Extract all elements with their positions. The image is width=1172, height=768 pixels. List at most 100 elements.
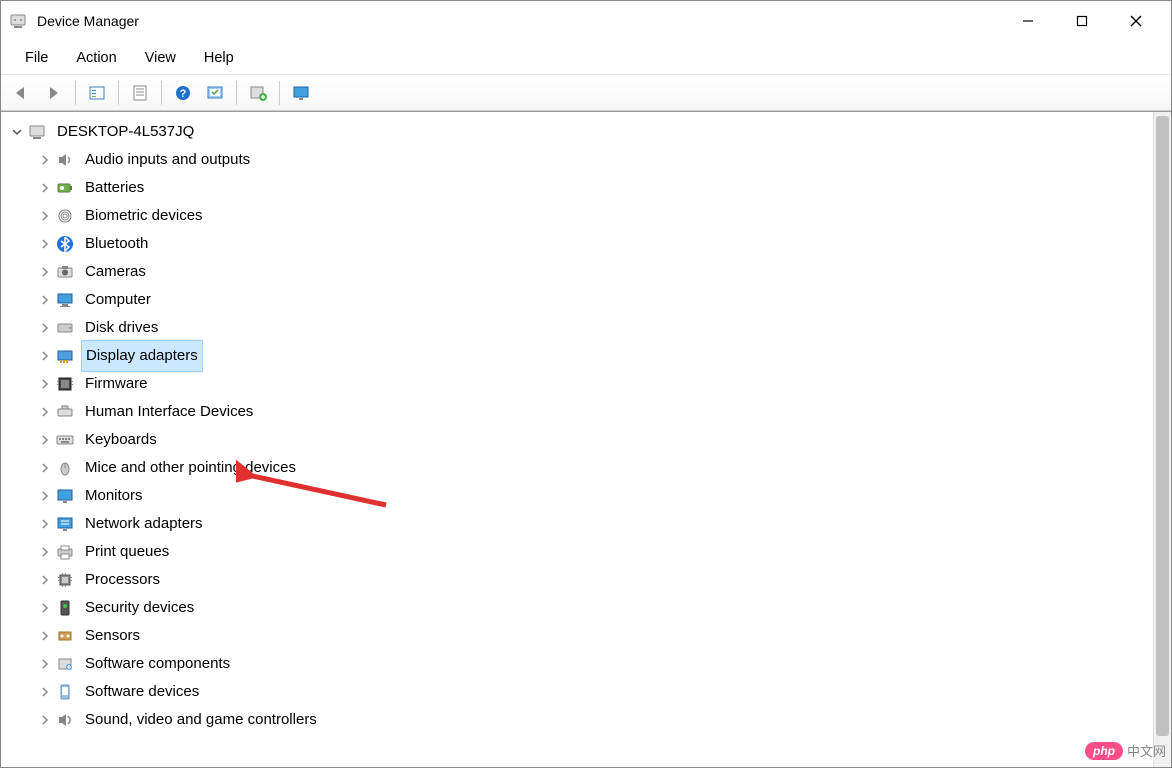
tree-item-label: Security devices	[81, 593, 198, 623]
camera-icon	[55, 262, 75, 282]
chevron-right-icon[interactable]	[37, 180, 53, 196]
forward-button[interactable]	[39, 79, 69, 107]
chevron-right-icon[interactable]	[37, 348, 53, 364]
chevron-right-icon[interactable]	[37, 712, 53, 728]
sound-icon	[55, 710, 75, 730]
minimize-button[interactable]	[1001, 2, 1055, 40]
chevron-right-icon[interactable]	[37, 292, 53, 308]
svg-text:?: ?	[180, 88, 187, 100]
computer-root-icon	[27, 122, 47, 142]
close-button[interactable]	[1109, 2, 1163, 40]
software-dev-icon	[55, 682, 75, 702]
watermark-text: 中文网	[1127, 741, 1166, 760]
chevron-right-icon[interactable]	[37, 236, 53, 252]
disk-icon	[55, 318, 75, 338]
tree-item[interactable]: Monitors	[33, 482, 1149, 510]
back-button[interactable]	[7, 79, 37, 107]
chevron-right-icon[interactable]	[37, 208, 53, 224]
tree-item-label: Audio inputs and outputs	[81, 145, 254, 175]
tree-item[interactable]: Keyboards	[33, 426, 1149, 454]
tree-item[interactable]: Sensors	[33, 622, 1149, 650]
tree-item[interactable]: Computer	[33, 286, 1149, 314]
chevron-right-icon[interactable]	[37, 488, 53, 504]
tree-item[interactable]: Cameras	[33, 258, 1149, 286]
monitor-cat-icon	[55, 486, 75, 506]
chevron-right-icon[interactable]	[37, 628, 53, 644]
menu-help[interactable]: Help	[190, 44, 248, 72]
tree-item-label: Bluetooth	[81, 229, 152, 259]
toolbar-separator	[279, 81, 280, 105]
firmware-icon	[55, 374, 75, 394]
update-driver-button[interactable]	[243, 79, 273, 107]
toolbar-separator	[75, 81, 76, 105]
tree-item-label: Keyboards	[81, 425, 161, 455]
display-adapter-icon	[55, 346, 75, 366]
tree-item-label: Firmware	[81, 369, 152, 399]
chevron-right-icon[interactable]	[37, 460, 53, 476]
tree-item-label: Cameras	[81, 257, 150, 287]
fingerprint-icon	[55, 206, 75, 226]
chevron-right-icon[interactable]	[37, 264, 53, 280]
tree-item[interactable]: Human Interface Devices	[33, 398, 1149, 426]
menu-action[interactable]: Action	[62, 44, 130, 72]
scan-button[interactable]	[200, 79, 230, 107]
security-icon	[55, 598, 75, 618]
tree-item[interactable]: Disk drives	[33, 314, 1149, 342]
chevron-right-icon[interactable]	[37, 544, 53, 560]
tree-item[interactable]: Bluetooth	[33, 230, 1149, 258]
vertical-scrollbar[interactable]	[1153, 112, 1171, 767]
tree-item[interactable]: Print queues	[33, 538, 1149, 566]
tree-item[interactable]: Firmware	[33, 370, 1149, 398]
chevron-right-icon[interactable]	[37, 684, 53, 700]
chevron-right-icon[interactable]	[37, 152, 53, 168]
tree-item[interactable]: Mice and other pointing devices	[33, 454, 1149, 482]
tree-item[interactable]: Security devices	[33, 594, 1149, 622]
maximize-button[interactable]	[1055, 2, 1109, 40]
speaker-icon	[55, 150, 75, 170]
device-tree[interactable]: DESKTOP-4L537JQ Audio inputs and outputs…	[1, 112, 1153, 767]
computer-icon	[55, 290, 75, 310]
tree-item[interactable]: Sound, video and game controllers	[33, 706, 1149, 734]
tree-item[interactable]: Biometric devices	[33, 202, 1149, 230]
menu-view[interactable]: View	[131, 44, 190, 72]
tree-root-row[interactable]: DESKTOP-4L537JQ	[5, 118, 1149, 146]
tree-item[interactable]: Audio inputs and outputs	[33, 146, 1149, 174]
tree-item-label: Display adapters	[81, 340, 203, 372]
tree-item-label: Sensors	[81, 621, 144, 651]
chevron-right-icon[interactable]	[37, 320, 53, 336]
sensor-icon	[55, 626, 75, 646]
chevron-right-icon[interactable]	[37, 600, 53, 616]
chevron-right-icon[interactable]	[37, 432, 53, 448]
tree-item-label: Mice and other pointing devices	[81, 453, 300, 483]
tree-item[interactable]: Processors	[33, 566, 1149, 594]
tree-item-label: Human Interface Devices	[81, 397, 257, 427]
bluetooth-icon	[55, 234, 75, 254]
chevron-right-icon[interactable]	[37, 656, 53, 672]
display-button[interactable]	[286, 79, 316, 107]
window-controls	[1001, 2, 1163, 40]
tree-item[interactable]: Software devices	[33, 678, 1149, 706]
device-manager-window: Device Manager File Action View Help ?	[0, 0, 1172, 768]
menubar: File Action View Help	[1, 41, 1171, 75]
chevron-right-icon[interactable]	[37, 404, 53, 420]
help-button[interactable]: ?	[168, 79, 198, 107]
tree-item[interactable]: Batteries	[33, 174, 1149, 202]
toolbar-separator	[161, 81, 162, 105]
cpu-icon	[55, 570, 75, 590]
tree-item-label: Batteries	[81, 173, 148, 203]
chevron-down-icon[interactable]	[9, 124, 25, 140]
battery-icon	[55, 178, 75, 198]
tree-item-label: Processors	[81, 565, 164, 595]
properties-button[interactable]	[125, 79, 155, 107]
scrollbar-thumb[interactable]	[1156, 116, 1169, 736]
tree-item[interactable]: Software components	[33, 650, 1149, 678]
chevron-right-icon[interactable]	[37, 516, 53, 532]
tree-item[interactable]: Display adapters	[33, 342, 1149, 370]
printer-icon	[55, 542, 75, 562]
chevron-right-icon[interactable]	[37, 376, 53, 392]
tree-item[interactable]: Network adapters	[33, 510, 1149, 538]
chevron-right-icon[interactable]	[37, 572, 53, 588]
tree-item-label: Sound, video and game controllers	[81, 705, 321, 735]
menu-file[interactable]: File	[11, 44, 62, 72]
show-hidden-button[interactable]	[82, 79, 112, 107]
